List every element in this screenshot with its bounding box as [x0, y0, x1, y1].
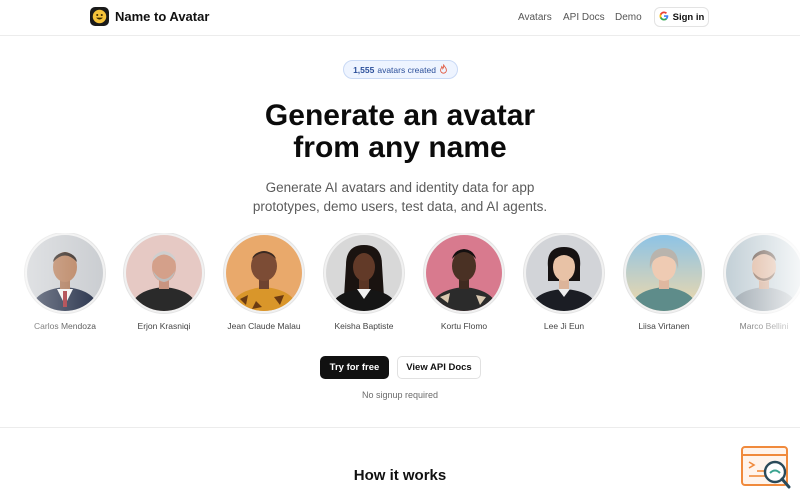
avatar: [324, 233, 404, 313]
hero-title-line-2: from any name: [293, 131, 507, 164]
try-for-free-button[interactable]: Try for free: [320, 356, 389, 379]
section-divider: [0, 427, 800, 428]
avatar: [25, 233, 105, 313]
avatar-name: Liisa Virtanen: [638, 321, 690, 331]
avatar-name: Jean Claude Malau: [227, 321, 301, 331]
avatar-name: Lee Ji Eun: [543, 321, 585, 331]
hero-subtitle-line-2: prototypes, demo users, test data, and A…: [252, 199, 548, 214]
avatar-carousel: Carlos Mendoza Erjon Krasniqi Jean Claud…: [0, 233, 800, 338]
hero-title: Generate an avatar from any name: [0, 100, 800, 164]
avatars-created-count: 1,555: [353, 64, 375, 75]
avatar: [724, 233, 800, 313]
google-g-icon: [659, 11, 669, 24]
hero-subtitle-line-1: Generate AI avatars and identity data fo…: [265, 180, 535, 195]
how-it-works-heading: How it works: [353, 467, 447, 484]
view-api-docs-button[interactable]: View API Docs: [397, 356, 481, 379]
nav-link-api-docs[interactable]: API Docs: [563, 12, 605, 23]
smiley-face-icon: [90, 7, 109, 26]
avatar: [224, 233, 304, 313]
flame-icon: [439, 63, 448, 76]
brand[interactable]: Name to Avatar: [90, 7, 209, 26]
avatar: [424, 233, 504, 313]
top-navbar: Name to Avatar Avatars API Docs Demo Sig…: [0, 0, 800, 36]
hero-title-line-1: Generate an avatar: [264, 99, 536, 132]
brand-name: Name to Avatar: [115, 9, 210, 24]
avatar-name: Carlos Mendoza: [34, 321, 96, 331]
no-signup-note: No signup required: [361, 390, 439, 400]
avatar: [124, 233, 204, 313]
avatars-created-label: avatars created: [377, 64, 436, 75]
hero-subtitle: Generate AI avatars and identity data fo…: [0, 178, 800, 216]
nav-link-demo[interactable]: Demo: [615, 12, 642, 23]
nav-link-avatars[interactable]: Avatars: [518, 12, 552, 23]
avatar: [624, 233, 704, 313]
search-widget-icon[interactable]: [741, 446, 791, 490]
avatar-name: Marco Bellini: [739, 321, 789, 331]
avatar-name: Keisha Baptiste: [334, 321, 394, 331]
avatar-name: Kortu Flomo: [440, 321, 488, 331]
avatar: [524, 233, 604, 313]
avatar-name: Erjon Krasniqi: [137, 321, 191, 331]
sign-in-label: Sign in: [672, 11, 705, 23]
sign-in-button[interactable]: Sign in: [654, 7, 709, 27]
avatars-created-badge: 1,555 avatars created: [343, 60, 458, 79]
